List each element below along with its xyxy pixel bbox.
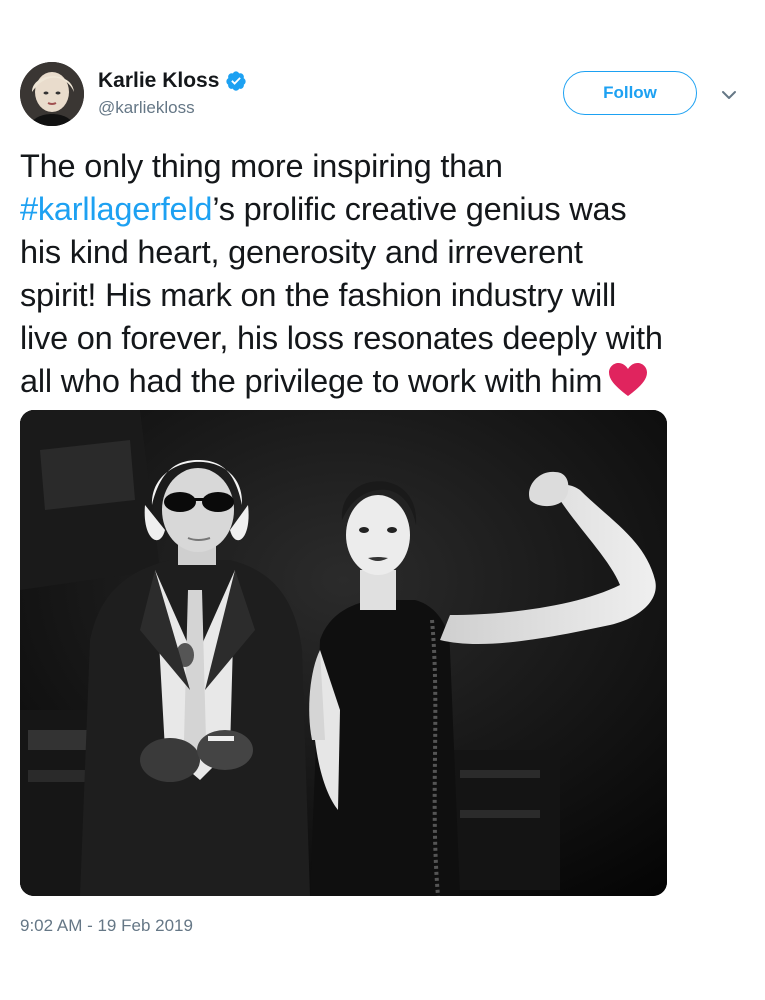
tweet-line: ’s prolific creative genius was (212, 191, 627, 227)
profile-photo-icon (20, 62, 84, 126)
tweet-header: Karlie Kloss @karliekloss Follow (20, 62, 745, 132)
user-handle[interactable]: @karliekloss (98, 96, 247, 120)
display-name[interactable]: Karlie Kloss (98, 68, 219, 94)
photo-image (20, 410, 667, 896)
avatar[interactable] (20, 62, 84, 126)
tweet-text: The only thing more inspiring than #karl… (20, 145, 750, 403)
tweet-line: all who had the privilege to work with h… (20, 363, 603, 399)
tweet-photo[interactable] (20, 410, 667, 896)
display-name-link[interactable]: Karlie Kloss (98, 68, 247, 94)
tweet-line-last: all who had the privilege to work with h… (20, 360, 750, 403)
follow-button[interactable]: Follow (563, 71, 697, 115)
user-info: Karlie Kloss @karliekloss (98, 68, 247, 120)
hashtag-link[interactable]: #karllagerfeld (20, 191, 213, 227)
verified-badge-icon (226, 71, 247, 91)
tweet-line: spirit! His mark on the fashion industry… (20, 277, 617, 313)
tweet-timestamp[interactable]: 9:02 AM - 19 Feb 2019 (20, 915, 193, 937)
chevron-down-icon[interactable] (720, 86, 738, 104)
tweet-line-with-hashtag: #karllagerfeld’s prolific creative geniu… (20, 188, 750, 231)
tweet-line: live on forever, his loss resonates deep… (20, 320, 663, 356)
tweet-line: his kind heart, generosity and irreveren… (20, 234, 583, 270)
heart-emoji-icon (609, 363, 648, 396)
tweet-line: The only thing more inspiring than (20, 148, 503, 184)
